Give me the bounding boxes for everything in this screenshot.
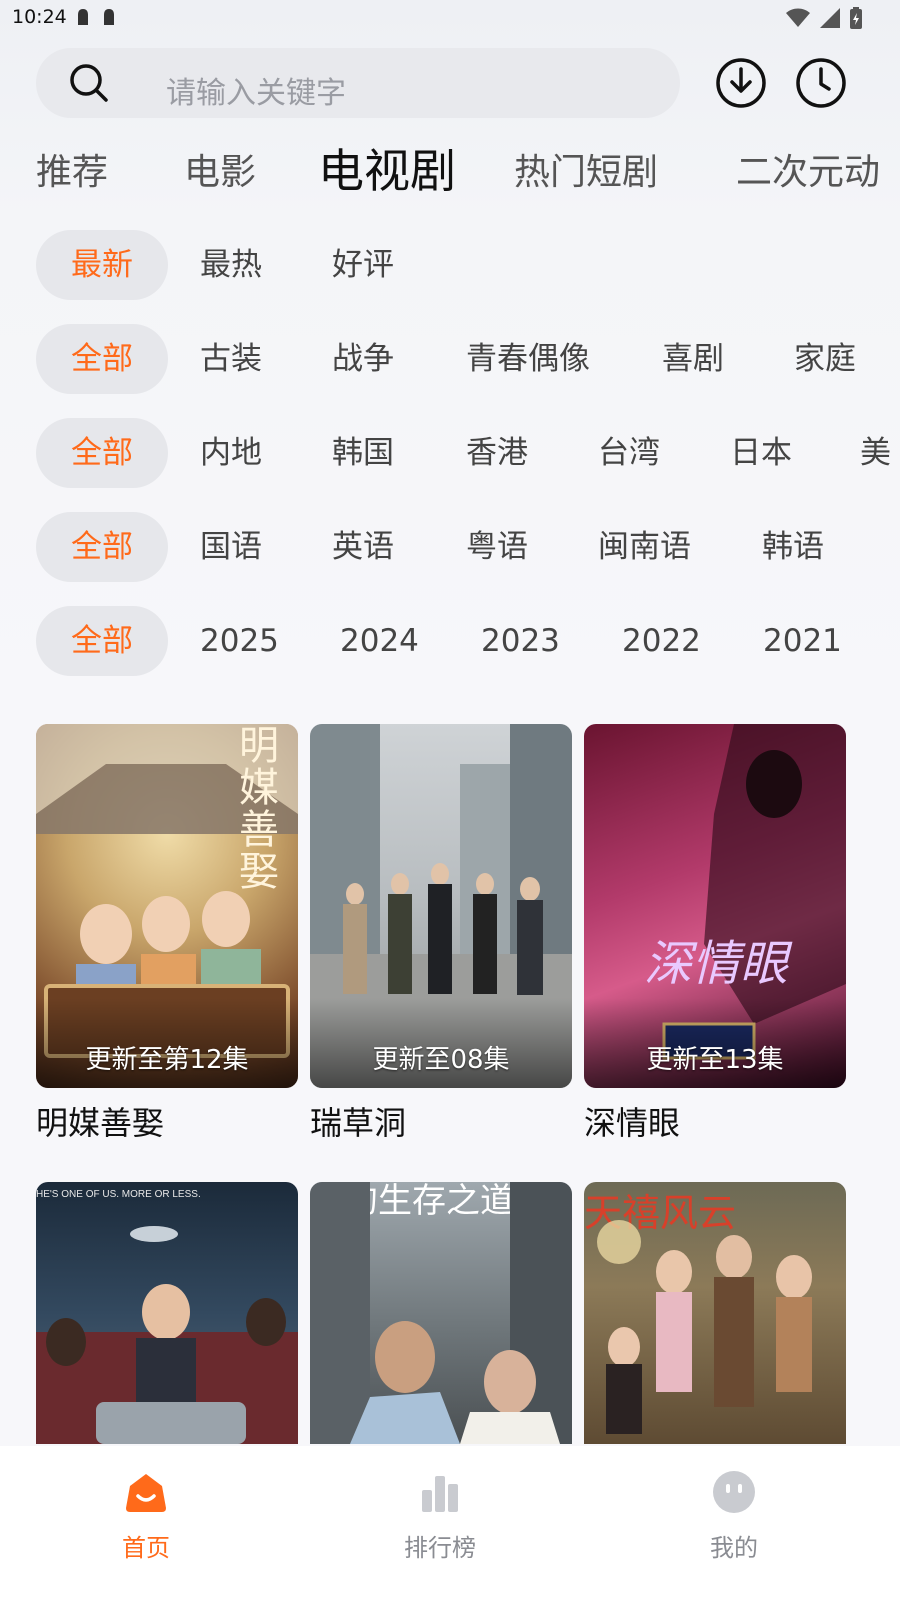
show-card[interactable]: 更新至08集 瑞草洞 [310, 724, 572, 1144]
filter-chip[interactable]: 2024 [340, 606, 419, 676]
tab-movies[interactable]: 电影 [184, 146, 256, 200]
nav-label: 我的 [710, 1534, 758, 1562]
tab-short-drama[interactable]: 热门短剧 [514, 146, 658, 200]
episode-update-label: 更新至第12集 [85, 1045, 249, 1075]
filter-chip[interactable]: 战争 [332, 324, 394, 394]
filter-chip[interactable]: 喜剧 [662, 324, 724, 394]
filter-chip[interactable]: 日本 [730, 418, 792, 488]
show-poster[interactable]: 更新至08集 [310, 724, 572, 1088]
filter-chip[interactable]: 2023 [481, 606, 560, 676]
filter-chip[interactable]: 韩语 [762, 512, 824, 582]
search-icon [70, 64, 108, 102]
battery-icon [850, 7, 862, 29]
show-card[interactable]: 天禧风云 [584, 1182, 846, 1444]
filter-row-region: 全部 内地 韩国 香港 台湾 日本 美 [0, 418, 900, 490]
bar-chart-icon [422, 1476, 458, 1512]
show-poster[interactable]: 深情眼 更新至13集 [584, 724, 846, 1088]
poster-art-title: 深情眼 [644, 936, 789, 992]
notification-icon [104, 9, 114, 25]
filter-chip[interactable]: 美 [860, 418, 891, 488]
bottom-nav: 首页 排行榜 我的 [0, 1446, 900, 1600]
filter-row-year: 全部 2025 2024 2023 2022 2021 [0, 606, 900, 678]
poster-art [36, 1226, 298, 1444]
filter-chip[interactable]: 香港 [466, 418, 528, 488]
show-poster[interactable]: 天禧风云 [584, 1182, 846, 1444]
filter-chip[interactable]: 好评 [332, 230, 394, 300]
status-time: 10:24 [12, 6, 67, 28]
home-icon [126, 1474, 166, 1512]
filter-chip[interactable]: 青春偶像 [466, 324, 590, 394]
poster-art-title: 明媒善娶 [232, 724, 278, 892]
download-icon[interactable] [714, 56, 768, 110]
tab-tv-series[interactable]: 电视剧 [318, 144, 456, 198]
show-poster[interactable]: 明媒善娶 更新至第12集 [36, 724, 298, 1088]
filter-chip[interactable]: 古装 [200, 324, 262, 394]
show-card[interactable]: 明媒善娶 更新至第12集 明媒善娶 [36, 724, 298, 1144]
search-input[interactable]: 请输入关键字 [36, 48, 680, 118]
filter-chip[interactable]: 粤语 [466, 512, 528, 582]
poster-art [597, 1220, 812, 1434]
filter-chip[interactable]: 全部 [36, 512, 168, 582]
signal-icon [820, 8, 840, 28]
show-title[interactable]: 深情眼 [584, 1098, 846, 1144]
filter-chip[interactable]: 2025 [200, 606, 279, 676]
show-poster[interactable]: HE'S ONE OF US. MORE OR LESS. [36, 1182, 298, 1444]
filter-chip[interactable]: 家庭 [794, 324, 856, 394]
filter-chip[interactable]: 2022 [622, 606, 701, 676]
filter-chip[interactable]: 韩国 [332, 418, 394, 488]
show-card[interactable]: 她的生存之道 [310, 1182, 572, 1444]
filter-chip[interactable]: 国语 [200, 512, 262, 582]
filter-chip[interactable]: 全部 [36, 606, 168, 676]
show-poster[interactable]: 她的生存之道 [310, 1182, 572, 1444]
category-tabs: 推荐 电影 电视剧 热门短剧 二次元动 [0, 144, 900, 206]
tab-recommend[interactable]: 推荐 [36, 146, 108, 200]
nav-label: 排行榜 [404, 1534, 476, 1562]
filter-chip[interactable]: 台湾 [598, 418, 660, 488]
filter-chip[interactable]: 2021 [763, 606, 842, 676]
show-title[interactable]: 瑞草洞 [310, 1098, 572, 1144]
profile-icon [713, 1471, 755, 1513]
filter-chip[interactable]: 闽南语 [598, 512, 691, 582]
filter-chip[interactable]: 全部 [36, 324, 168, 394]
poster-art [310, 1182, 572, 1444]
filter-row-genre: 全部 古装 战争 青春偶像 喜剧 家庭 [0, 324, 900, 396]
show-title[interactable]: 明媒善娶 [36, 1098, 298, 1144]
wifi-icon [786, 8, 810, 27]
episode-update-label: 更新至08集 [372, 1045, 510, 1075]
history-icon[interactable] [794, 56, 848, 110]
filter-chip[interactable]: 英语 [332, 512, 394, 582]
nav-ranking[interactable]: 排行榜 [360, 1468, 520, 1563]
nav-profile[interactable]: 我的 [654, 1468, 814, 1563]
episode-update-label: 更新至13集 [646, 1045, 784, 1075]
tab-anime[interactable]: 二次元动 [736, 146, 880, 200]
filter-chip[interactable]: 全部 [36, 418, 168, 488]
show-card[interactable]: HE'S ONE OF US. MORE OR LESS. [36, 1182, 298, 1444]
nav-home[interactable]: 首页 [66, 1468, 226, 1563]
filter-chip[interactable]: 最热 [200, 230, 262, 300]
filter-row-sort: 最新 最热 好评 [0, 230, 900, 302]
search-placeholder: 请输入关键字 [166, 76, 346, 111]
filter-chip[interactable]: 内地 [200, 418, 262, 488]
status-bar: 10:24 [0, 0, 900, 36]
nav-label: 首页 [122, 1534, 170, 1562]
filter-row-language: 全部 国语 英语 粤语 闽南语 韩语 [0, 512, 900, 584]
show-card[interactable]: 深情眼 更新至13集 深情眼 [584, 724, 846, 1144]
notification-icon [78, 9, 88, 25]
filter-chip[interactable]: 最新 [36, 230, 168, 300]
